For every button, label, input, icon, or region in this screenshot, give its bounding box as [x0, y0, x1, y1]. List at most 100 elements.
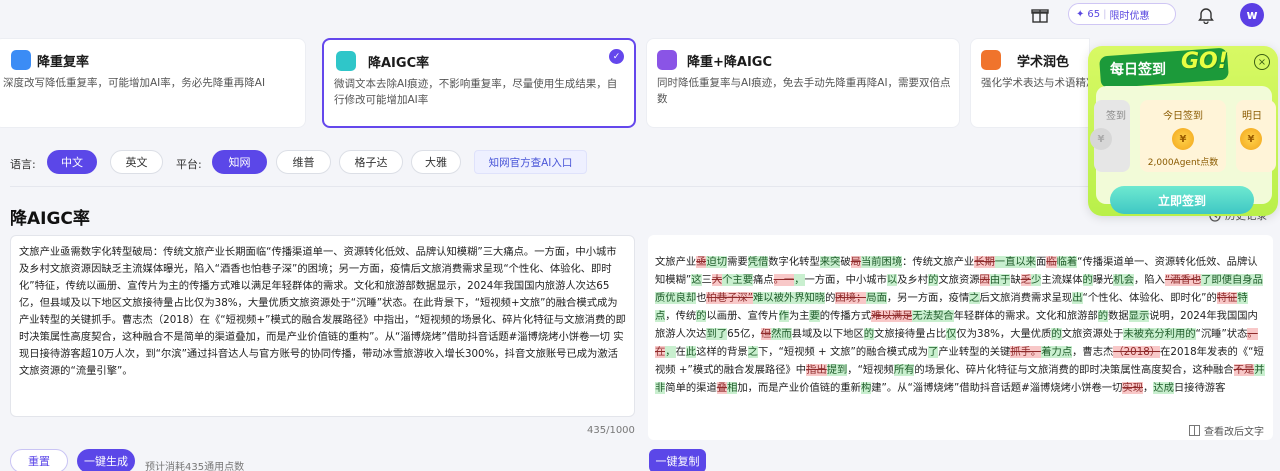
- diff-unchanged: “个性化、体验化、即时化”的: [1082, 292, 1217, 304]
- avatar[interactable]: w: [1240, 3, 1264, 27]
- diff-unchanged: 加，而是产业价值链的重新: [737, 382, 861, 394]
- diff-added: 少: [1031, 274, 1042, 286]
- diff-unchanged: 文旅资源处于: [1061, 328, 1124, 340]
- day-reward: 2,000Agent点数: [1147, 158, 1219, 168]
- generate-button[interactable]: 一键生成: [77, 449, 135, 471]
- diff-deleted: 指出: [806, 364, 827, 376]
- diff-deleted: 特征: [1216, 292, 1238, 304]
- mode-card-reduce-aigc[interactable]: 降AIGC率 微调文本去除AI痕迹，不影响重复率，尽量使用生成结果，自行修改可能…: [322, 38, 636, 128]
- diff-unchanged: 简单的渠道: [665, 382, 717, 394]
- platform-daya-button[interactable]: 大雅: [411, 150, 461, 174]
- diff-unchanged: 也: [696, 292, 707, 304]
- diff-added: ，: [794, 274, 805, 286]
- diff-deleted: 乏: [1020, 274, 1032, 286]
- official-aigc-check-link[interactable]: 知网官方查AI入口: [474, 150, 587, 174]
- mode-card-desc: 强化学术表达与术语精准，可能提升AI率: [981, 77, 1091, 89]
- diff-added: 的: [1051, 328, 1062, 340]
- diff-deleted: 。一: [773, 274, 795, 286]
- diff-added: 然而: [771, 328, 792, 340]
- platform-gezida-button[interactable]: 格子达: [339, 150, 403, 174]
- promo-separator: |: [1103, 8, 1107, 20]
- diff-added: 由于: [989, 274, 1011, 286]
- page-title: 降AIGC率: [10, 209, 90, 229]
- close-icon[interactable]: ×: [1254, 54, 1270, 70]
- diff-unchanged: 面: [1035, 256, 1047, 268]
- diff-unchanged: 需要: [727, 256, 748, 268]
- diff-unchanged: 数据: [1108, 310, 1129, 322]
- diff-unchanged: 破: [840, 256, 851, 268]
- diff-unchanged: 的传播方式: [819, 310, 872, 322]
- diff-unchanged: 三: [701, 274, 712, 286]
- doc-icon: [11, 50, 31, 70]
- diff-unchanged: 这样的背景: [696, 346, 748, 358]
- mode-card-academic-polish[interactable]: 学术润色 强化学术表达与术语精准，可能提升AI率: [970, 38, 1091, 128]
- diff-added: 未被充分利用的: [1123, 328, 1196, 340]
- input-textarea[interactable]: 文旅产业亟需数字化转型破局：传统文旅产业长期面临“传播渠道单一、资源转化低效、品…: [10, 235, 635, 417]
- view-modified-label: 查看改后文字: [1204, 427, 1264, 438]
- diff-deleted: 临: [1046, 256, 1057, 268]
- promo-points: 65: [1087, 8, 1101, 20]
- diff-deleted: （2018）: [1113, 346, 1161, 358]
- diff-unchanged: 建”。从“淄博烧烤”借助抖音话题#淄博烧烤小饼卷一切: [871, 382, 1123, 394]
- diff-added: 此: [685, 346, 697, 358]
- diff-added: 的: [696, 310, 707, 322]
- diff-added: 提到: [826, 364, 848, 376]
- copy-button[interactable]: 一键复制: [649, 449, 706, 471]
- diff-deleted: 长期: [974, 256, 995, 268]
- diff-added: 一直以来: [994, 256, 1036, 268]
- mode-card-title: 降AIGC率: [368, 56, 430, 71]
- promo-pill[interactable]: ✦ 65 | 限时优惠: [1068, 3, 1176, 25]
- diff-deleted: 不是: [1233, 364, 1255, 376]
- day-label: 明日: [1242, 111, 1262, 122]
- diff-deleted: 大: [711, 274, 723, 286]
- diff-unchanged: 及乡村: [897, 274, 929, 286]
- checkin-button[interactable]: 立即签到: [1110, 186, 1254, 214]
- diff-added: 要: [809, 310, 820, 322]
- diff-unchanged: 产业转型的关键: [938, 346, 1011, 358]
- diff-added: ，: [665, 346, 676, 358]
- diff-added: 临着: [1056, 256, 1078, 268]
- cost-estimate: 预计消耗435通用点数: [145, 462, 245, 471]
- mode-card-desc: 微调文本去除AI痕迹，不影响重复率，尽量使用生成结果，自行修改可能增加AI率: [334, 78, 618, 106]
- platform-vip-button[interactable]: 维普: [276, 150, 331, 174]
- diff-added: 的: [1097, 310, 1109, 322]
- mode-card-dedup-and-aigc[interactable]: 降重+降AIGC 同时降低重复率与AI痕迹，免去手动先降重再降AI，需要双倍点数: [646, 38, 960, 128]
- view-modified-toggle[interactable]: 查看改后文字: [1189, 423, 1264, 438]
- doc-icon: [657, 50, 677, 70]
- platform-cnki-button[interactable]: 知网: [212, 150, 267, 174]
- diff-unchanged: 痛点: [753, 274, 774, 286]
- bell-icon[interactable]: [1195, 4, 1217, 26]
- diff-added: 无法契合: [912, 310, 954, 322]
- gift-icon[interactable]: [1029, 4, 1051, 26]
- diff-added: 以: [886, 274, 898, 286]
- diff-unchanged: ，: [1143, 382, 1154, 394]
- platform-label: 平台:: [176, 158, 202, 171]
- diff-unchanged: 年轻群体的需求。文化和旅游部: [953, 310, 1098, 322]
- diff-added: 当前困境: [860, 256, 903, 268]
- diff-added: 的: [1082, 274, 1093, 286]
- diff-unchanged: 缺: [1010, 274, 1021, 286]
- mode-card-desc: 同时降低重复率与AI痕迹，免去手动先降重再降AI，需要双倍点数: [657, 77, 951, 105]
- language-label: 语言:: [10, 158, 36, 171]
- lang-zh-button[interactable]: 中文: [47, 150, 97, 174]
- mode-card-desc: 深度改写降低重复率，可能增加AI率，务必先降重再降AI: [3, 77, 266, 89]
- diff-added: 迫切: [706, 256, 728, 268]
- diff-unchanged: 在: [675, 346, 686, 358]
- diff-unchanged: ，“短视频: [847, 364, 894, 376]
- reset-button[interactable]: 重置: [10, 449, 68, 471]
- diff-unchanged: 以画册、宣传片: [706, 310, 779, 322]
- doc-icon: [981, 50, 1001, 70]
- diff-unchanged: 数字化转型: [768, 256, 820, 268]
- checkin-day-next: 明日 ¥: [1236, 100, 1276, 172]
- diff-deleted: 亟: [696, 256, 707, 268]
- diff-unchanged: 一方面，中小城市: [804, 274, 887, 286]
- diff-unchanged: ，曹志杰: [1072, 346, 1114, 358]
- diff-added: 难以被外界知晓: [753, 292, 826, 304]
- sparkle-icon: ✦: [1076, 8, 1085, 20]
- diff-unchanged: 的场景化、碎片化特征与文旅消费的即时决策属性高度契合，这种融合: [914, 364, 1234, 376]
- diff-unchanged: 文旅产业: [655, 256, 697, 268]
- diff-deleted: 怕巷子深”: [706, 292, 754, 304]
- lang-en-button[interactable]: 英文: [110, 150, 163, 174]
- diff-unchanged: 县域及以下地区: [791, 328, 864, 340]
- mode-card-dedup[interactable]: 降重复率 深度改写降低重复率，可能增加AI率，务必先降重再降AI: [0, 38, 306, 128]
